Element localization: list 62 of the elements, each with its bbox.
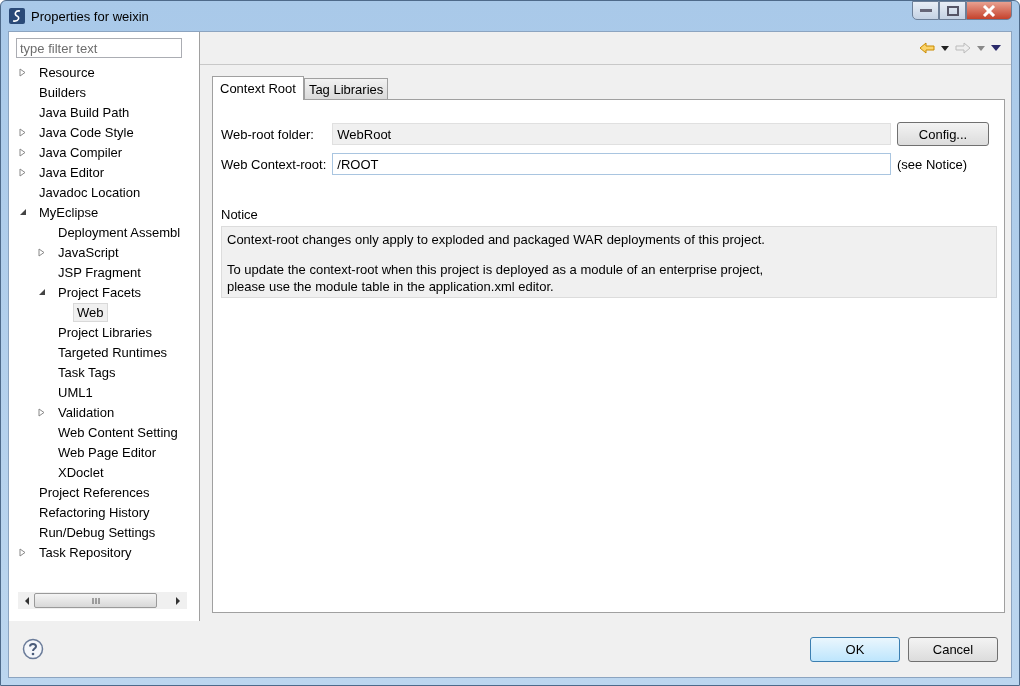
maximize-icon xyxy=(946,5,959,16)
tree-item[interactable]: Task Repository xyxy=(35,542,136,562)
tree-item[interactable]: Project Libraries xyxy=(54,322,156,342)
minimize-icon xyxy=(919,8,932,13)
expand-icon[interactable] xyxy=(19,167,26,177)
expand-icon[interactable] xyxy=(38,247,45,257)
tree-item[interactable]: Javadoc Location xyxy=(35,182,145,202)
expand-icon[interactable] xyxy=(19,147,26,157)
expand-icon[interactable] xyxy=(19,547,26,557)
close-icon xyxy=(982,4,996,17)
app-logo-icon xyxy=(9,8,25,24)
collapse-icon[interactable] xyxy=(37,288,46,296)
scroll-left-icon[interactable] xyxy=(24,596,30,605)
tree-item[interactable]: MyEclipse xyxy=(35,202,103,222)
tree-item[interactable]: Java Compiler xyxy=(35,142,127,162)
filter-field[interactable]: type filter text xyxy=(16,38,182,58)
grip-icon xyxy=(91,597,100,604)
tree-item[interactable]: Web xyxy=(73,302,108,322)
hint-text: (see Notice) xyxy=(897,156,969,172)
tree-item[interactable]: Resource xyxy=(35,62,99,82)
tree-item[interactable]: JavaScript xyxy=(54,242,123,262)
tab[interactable]: Tag Libraries xyxy=(303,78,389,99)
maximize-button[interactable] xyxy=(939,1,966,20)
tree-item[interactable]: Java Code Style xyxy=(35,122,138,142)
field-label: Web-root folder: xyxy=(221,126,315,142)
dialog-button[interactable]: OK xyxy=(810,636,900,662)
notice-title: Notice xyxy=(221,207,259,222)
tree-item[interactable]: JSP Fragment xyxy=(54,262,145,282)
expand-icon[interactable] xyxy=(38,407,45,417)
tree-item[interactable]: Web Page Editor xyxy=(54,442,161,462)
close-button[interactable] xyxy=(966,1,1012,20)
tree-item[interactable]: Web Content Setting xyxy=(54,422,182,442)
tree-item[interactable]: XDoclet xyxy=(54,462,108,482)
tree-item[interactable]: Builders xyxy=(35,82,90,102)
tree-item[interactable]: Validation xyxy=(54,402,119,422)
text-field[interactable]: /ROOT xyxy=(332,153,891,175)
tree-item[interactable]: Project Facets xyxy=(54,282,146,302)
scroll-right-icon[interactable] xyxy=(175,596,181,605)
expand-icon[interactable] xyxy=(19,127,26,137)
tab[interactable]: Context Root xyxy=(212,76,304,100)
tree-item[interactable]: Refactoring History xyxy=(35,502,154,522)
notice-paragraph: Context-root changes only apply to exploded and packaged WAR deployments of this project. xyxy=(227,231,766,248)
tree-item[interactable]: Task Tags xyxy=(54,362,120,382)
tree-item[interactable]: Java Editor xyxy=(35,162,109,182)
tree-item[interactable]: Targeted Runtimes xyxy=(54,342,172,362)
tree-item[interactable]: UML1 xyxy=(54,382,97,402)
collapse-icon[interactable] xyxy=(18,208,27,216)
dropdown-icon[interactable] xyxy=(941,45,949,51)
help-icon[interactable] xyxy=(22,638,44,660)
tree-item[interactable]: Run/Debug Settings xyxy=(35,522,160,542)
minimize-button[interactable] xyxy=(912,1,939,20)
notice-paragraph: To update the context-root when this project is deployed as a module of an enterprise project, please use the module table in the application.xml editor. xyxy=(227,261,765,295)
expand-icon[interactable] xyxy=(19,67,26,77)
tree-item[interactable]: Deployment Assembl xyxy=(54,222,185,242)
window-title: Properties for weixin xyxy=(31,8,149,24)
field-label: Web Context-root: xyxy=(221,156,327,172)
back-arrow-icon[interactable] xyxy=(919,42,935,54)
dialog-button[interactable]: Cancel xyxy=(908,636,998,662)
view-menu-icon[interactable] xyxy=(991,45,1001,51)
horizontal-scrollbar[interactable] xyxy=(18,592,187,609)
tree-item[interactable]: Project References xyxy=(35,482,154,502)
tree-item[interactable]: Java Build Path xyxy=(35,102,134,122)
